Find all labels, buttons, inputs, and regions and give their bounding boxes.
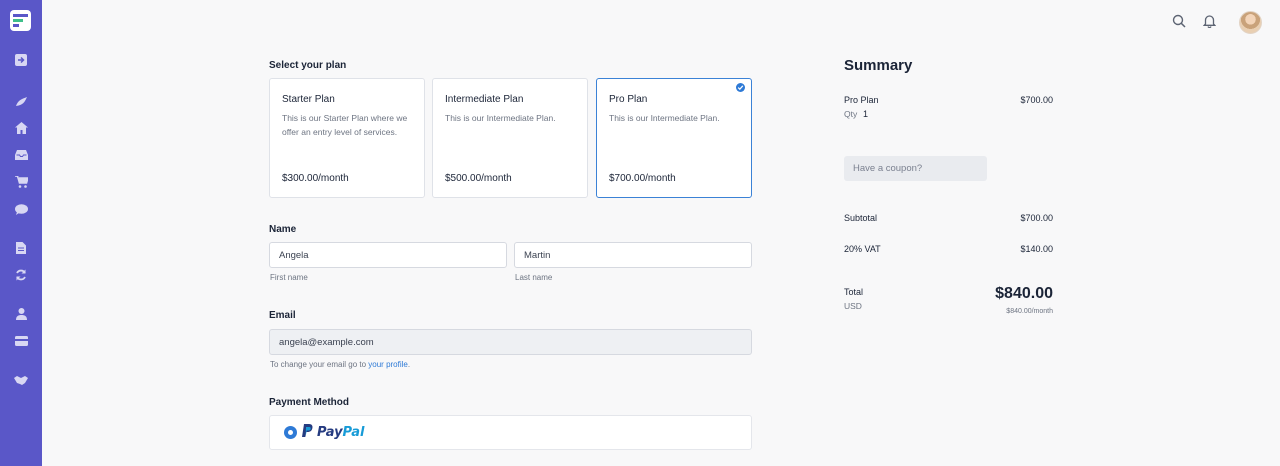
avatar[interactable] bbox=[1239, 11, 1262, 34]
first-name-input[interactable]: Angela bbox=[269, 242, 507, 268]
paypal-logo: PayPal bbox=[302, 424, 364, 440]
total-per-month: $840.00/month bbox=[1006, 308, 1053, 315]
name-label: Name bbox=[269, 224, 297, 235]
subtotal-label: Subtotal bbox=[844, 213, 878, 223]
email-hint-text: To change your email go to bbox=[270, 360, 369, 369]
plan-card-intermediate[interactable]: Intermediate Plan This is our Intermedia… bbox=[432, 78, 588, 198]
plan-name: Pro Plan bbox=[609, 94, 648, 105]
select-plan-label: Select your plan bbox=[269, 60, 347, 71]
coupon-input[interactable]: Have a coupon? bbox=[844, 156, 987, 181]
last-name-input[interactable]: Martin bbox=[514, 242, 752, 268]
qty-label: Qty bbox=[844, 109, 858, 119]
payment-method-label: Payment Method bbox=[269, 397, 350, 408]
email-hint: To change your email go to your profile. bbox=[270, 360, 410, 369]
plan-name: Intermediate Plan bbox=[445, 94, 524, 105]
first-name-hint: First name bbox=[270, 273, 308, 282]
summary-title: Summary bbox=[844, 57, 913, 74]
plan-card-starter[interactable]: Starter Plan This is our Starter Plan wh… bbox=[269, 78, 425, 198]
user-icon[interactable] bbox=[13, 306, 29, 322]
profile-link[interactable]: your profile bbox=[368, 360, 408, 369]
cart-icon[interactable] bbox=[13, 174, 29, 190]
paypal-icon bbox=[302, 424, 313, 437]
total-label: Total bbox=[844, 287, 864, 297]
plan-price: $300.00/month bbox=[282, 173, 349, 184]
sidebar bbox=[0, 0, 42, 466]
payment-option-paypal[interactable]: PayPal bbox=[269, 415, 752, 450]
qty-value: 1 bbox=[863, 109, 869, 119]
email-input: angela@example.com bbox=[269, 329, 752, 355]
document-icon[interactable] bbox=[13, 240, 29, 256]
handshake-icon[interactable] bbox=[13, 372, 29, 388]
sync-icon[interactable] bbox=[13, 267, 29, 283]
plan-price: $500.00/month bbox=[445, 173, 512, 184]
subtotal-value: $700.00 bbox=[1020, 213, 1053, 223]
email-label: Email bbox=[269, 310, 296, 321]
paypal-pal-text: Pal bbox=[342, 425, 365, 440]
check-circle-icon bbox=[736, 83, 745, 92]
vat-label: 20% VAT bbox=[844, 244, 881, 254]
plan-description: This is our Starter Plan where we offer … bbox=[282, 113, 408, 137]
paypal-pay-text: Pay bbox=[317, 425, 343, 440]
plan-description: This is our Intermediate Plan. bbox=[609, 113, 720, 123]
plan-name: Starter Plan bbox=[282, 94, 335, 105]
plan-description: This is our Intermediate Plan. bbox=[445, 113, 556, 123]
vat-value: $140.00 bbox=[1020, 244, 1053, 254]
logout-icon[interactable] bbox=[13, 52, 29, 68]
total-value: $840.00 bbox=[995, 285, 1053, 302]
fire-icon[interactable] bbox=[13, 93, 29, 109]
summary-item-price: $700.00 bbox=[1020, 95, 1053, 105]
email-hint-suffix: . bbox=[407, 360, 411, 369]
paypal-radio[interactable] bbox=[284, 426, 297, 439]
currency-label: USD bbox=[844, 301, 862, 311]
inbox-icon[interactable] bbox=[13, 147, 29, 163]
bell-icon[interactable] bbox=[1202, 14, 1219, 30]
credit-card-icon[interactable] bbox=[13, 333, 29, 349]
summary-item-name: Pro Plan bbox=[844, 95, 879, 105]
last-name-hint: Last name bbox=[515, 273, 553, 282]
plan-price: $700.00/month bbox=[609, 173, 676, 184]
logo[interactable] bbox=[10, 10, 31, 31]
chat-icon[interactable] bbox=[13, 201, 29, 217]
home-icon[interactable] bbox=[13, 120, 29, 136]
search-icon[interactable] bbox=[1172, 14, 1188, 30]
plan-card-pro[interactable]: Pro Plan This is our Intermediate Plan. … bbox=[596, 78, 752, 198]
